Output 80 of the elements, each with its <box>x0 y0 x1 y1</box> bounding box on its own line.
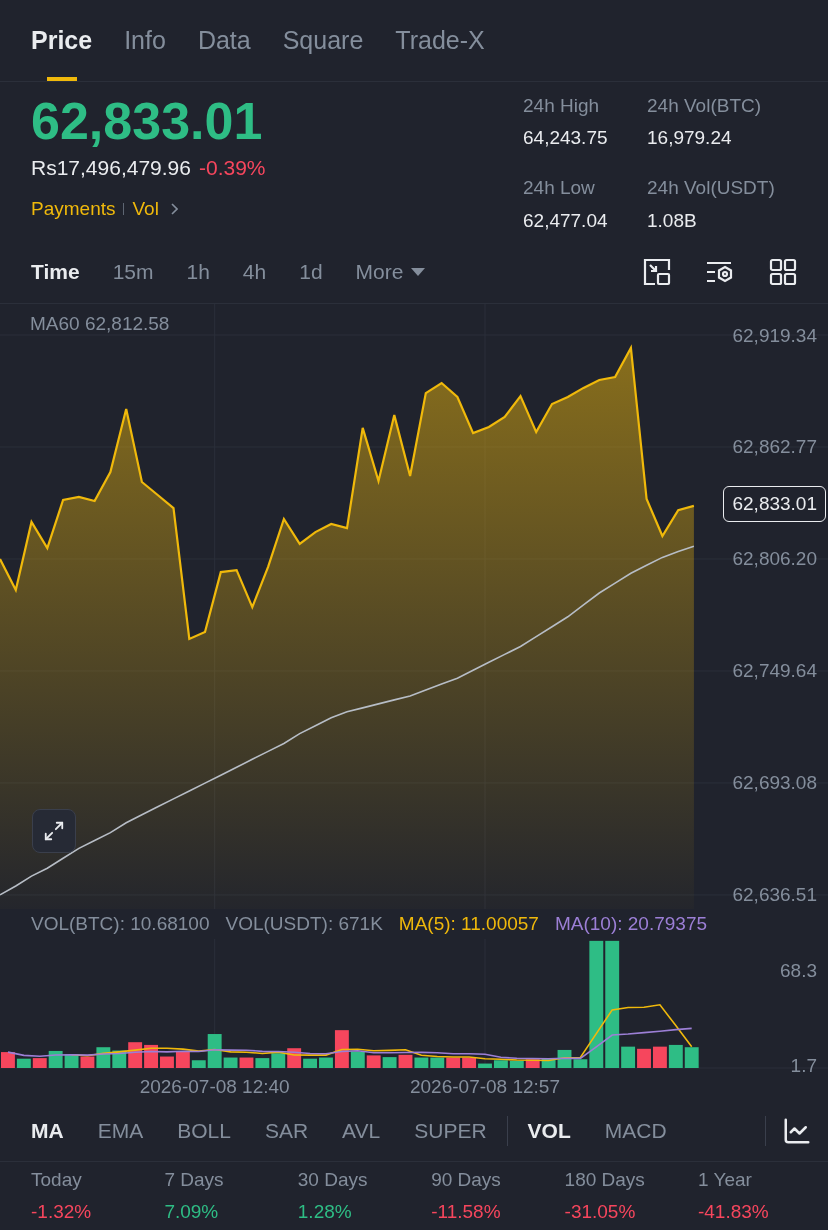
indicator-tab[interactable]: EMA <box>97 1115 144 1147</box>
expand-icon <box>43 820 65 843</box>
info-link[interactable]: Payments <box>31 195 116 224</box>
period-label: Today <box>31 1168 83 1193</box>
axis-label: 62,806.20 <box>732 548 817 570</box>
stat-label: 24h Low <box>523 176 596 201</box>
page-tab[interactable]: Data <box>197 0 251 81</box>
indicator-tab[interactable]: SAR <box>264 1115 309 1147</box>
axis-label: 62,693.08 <box>732 772 817 794</box>
period-label: 90 Days <box>431 1168 502 1193</box>
legend-text: MA(10): 20.79375 <box>554 911 708 936</box>
indicator-tab[interactable]: SUPER <box>414 1115 487 1147</box>
caret-icon <box>411 267 426 277</box>
grid-icon[interactable] <box>769 258 797 287</box>
volume-bar <box>414 1057 429 1068</box>
moving-average-label: MA60 62,812.58 <box>30 312 170 337</box>
axis-label: 2026-07-08 12:40 <box>139 1075 290 1097</box>
period-change: -31.05% <box>564 1199 637 1224</box>
axis-label: 2026-07-08 12:57 <box>410 1075 560 1097</box>
volume-bar <box>525 1059 540 1068</box>
axis-label: 1.7 <box>790 1055 817 1076</box>
axis-label: 62,862.77 <box>732 436 817 458</box>
period-label: 180 Days <box>564 1168 646 1193</box>
interval-tab[interactable]: 15m <box>112 256 154 288</box>
page-tab[interactable]: Price <box>31 0 93 81</box>
legend-text: VOL(BTC): 10.68100 <box>31 911 210 936</box>
period-change: 1.28% <box>297 1199 353 1224</box>
info-link[interactable]: Vol <box>132 195 159 224</box>
volume-bar <box>652 1046 667 1068</box>
volume-bar <box>144 1044 158 1068</box>
interval-tab[interactable]: Time <box>31 256 80 288</box>
period-label: 1 Year <box>697 1168 753 1193</box>
indicator-tab[interactable]: MA <box>31 1115 64 1147</box>
volume-bar <box>398 1054 413 1068</box>
volume-bar <box>637 1048 651 1068</box>
volume-bar <box>382 1057 397 1068</box>
stat-label: 24h Vol(BTC) <box>647 93 763 118</box>
expand-button[interactable] <box>32 809 76 854</box>
axis-label: 62,749.64 <box>732 660 817 682</box>
indicator-tab[interactable]: VOL <box>527 1115 571 1147</box>
stat-value: 1.08B <box>647 209 698 233</box>
stat-label: 24h High <box>523 93 601 118</box>
stat-value: 64,243.75 <box>523 126 609 151</box>
axis-label: 62,636.51 <box>732 884 817 906</box>
more-dropdown[interactable]: More <box>355 256 426 288</box>
axis-label: 62,919.34 <box>732 324 817 346</box>
volume-bar <box>366 1055 381 1068</box>
volume-bar <box>446 1057 461 1068</box>
indicator-tab[interactable]: BOLL <box>177 1115 231 1147</box>
legend-text: MA(5): 11.00057 <box>398 911 539 936</box>
volume-bar <box>684 1047 699 1068</box>
price-change: -0.39% <box>198 154 266 181</box>
period-change: -11.58% <box>431 1199 502 1224</box>
indicator-tab[interactable]: AVL <box>342 1115 381 1147</box>
page-tab[interactable]: Square <box>282 0 364 81</box>
stat-label: 24h Vol(USDT) <box>647 176 776 201</box>
period-label: 30 Days <box>297 1168 369 1193</box>
chevron-right-icon[interactable] <box>170 203 178 216</box>
interval-tab[interactable]: 4h <box>242 256 267 288</box>
axis-label: 68.3 <box>780 959 817 981</box>
volume-bar <box>160 1056 174 1068</box>
current-price-tag: 62,833.01 <box>723 485 826 523</box>
indicator-tab[interactable]: MACD <box>604 1115 667 1147</box>
period-label: 7 Days <box>164 1168 225 1193</box>
period-change: -41.83% <box>697 1199 770 1224</box>
window-icon[interactable] <box>643 258 671 287</box>
stat-value: 16,979.24 <box>647 126 733 151</box>
period-change: 7.09% <box>164 1199 220 1224</box>
period-change: -1.32% <box>31 1199 93 1224</box>
volume-bar <box>430 1057 445 1068</box>
volume-bar <box>668 1044 683 1068</box>
page-tab[interactable]: Trade-X <box>395 0 485 81</box>
legend-text: VOL(USDT): 671K <box>225 911 383 936</box>
stat-value: 62,477.04 <box>523 209 609 233</box>
volume-bar <box>239 1057 254 1068</box>
interval-tab[interactable]: 1d <box>299 256 323 288</box>
fiat-price: Rs17,496,479.96 <box>31 154 191 181</box>
page-tab[interactable]: Info <box>124 0 166 81</box>
last-price: 62,833.01 <box>31 90 264 152</box>
interval-tab[interactable]: 1h <box>186 256 210 288</box>
